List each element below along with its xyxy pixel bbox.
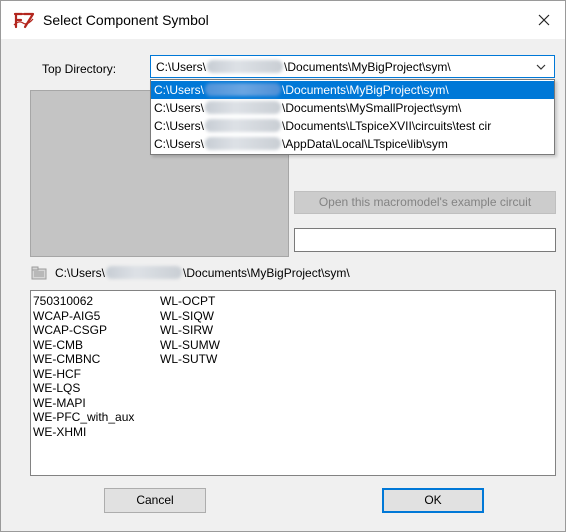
path-suffix: \Documents\MyBigProject\sym\ <box>183 266 350 280</box>
list-item[interactable]: WE-LQS <box>33 381 134 396</box>
path-suffix: \Documents\MyBigProject\sym\ <box>282 83 449 97</box>
list-item[interactable]: WE-CMBNC <box>33 352 134 367</box>
chevron-down-icon[interactable] <box>536 63 546 71</box>
dropdown-option[interactable]: C:\Users\ \AppData\Local\LTspice\lib\sym <box>151 135 554 153</box>
list-item[interactable]: WL-SUMW <box>160 338 220 353</box>
redacted-username <box>205 119 282 132</box>
list-item[interactable]: WL-SIQW <box>160 309 220 324</box>
top-directory-combobox[interactable]: C:\Users\ \Documents\MyBigProject\sym\ <box>150 55 555 78</box>
path-prefix: C:\Users\ <box>154 137 205 151</box>
path-suffix: \AppData\Local\LTspice\lib\sym <box>282 137 448 151</box>
path-prefix: C:\Users\ <box>154 119 205 133</box>
redacted-username <box>207 60 284 73</box>
symbol-list-column-2: WL-OCPT WL-SIQW WL-SIRW WL-SUMW WL-SUTW <box>160 294 220 367</box>
list-item[interactable]: WCAP-AIG5 <box>33 309 134 324</box>
dropdown-option[interactable]: C:\Users\ \Documents\MySmallProject\sym\ <box>151 99 554 117</box>
redacted-username <box>205 101 282 114</box>
top-directory-label: Top Directory: <box>42 62 117 76</box>
top-directory-selected-value: C:\Users\ \Documents\MyBigProject\sym\ <box>156 60 451 74</box>
list-item[interactable]: 750310062 <box>33 294 134 309</box>
path-prefix: C:\Users\ <box>154 101 205 115</box>
list-item[interactable]: WCAP-CSGP <box>33 323 134 338</box>
list-item[interactable]: WE-MAPI <box>33 396 134 411</box>
open-example-circuit-button[interactable]: Open this macromodel's example circuit <box>294 191 556 214</box>
folder-icon <box>31 266 47 280</box>
list-item[interactable]: WE-HCF <box>33 367 134 382</box>
path-prefix: C:\Users\ <box>55 266 106 280</box>
list-item[interactable]: WE-PFC_with_aux <box>33 410 134 425</box>
current-directory-path: C:\Users\ \Documents\MyBigProject\sym\ <box>55 266 350 280</box>
list-item[interactable]: WL-SIRW <box>160 323 220 338</box>
dialog-window: Select Component Symbol Top Directory: C… <box>0 0 566 532</box>
list-item[interactable]: WE-XHMI <box>33 425 134 440</box>
window-title: Select Component Symbol <box>43 12 209 28</box>
description-field[interactable] <box>294 228 556 252</box>
list-item[interactable]: WL-SUTW <box>160 352 220 367</box>
redacted-username <box>106 266 183 279</box>
top-directory-dropdown-list: C:\Users\ \Documents\MyBigProject\sym\ C:… <box>150 79 555 155</box>
symbol-list[interactable]: 750310062 WCAP-AIG5 WCAP-CSGP WE-CMB WE-… <box>30 290 556 476</box>
title-bar: Select Component Symbol <box>1 1 565 39</box>
ltspice-logo-icon <box>13 12 35 29</box>
redacted-username <box>205 83 282 96</box>
path-prefix: C:\Users\ <box>156 60 207 74</box>
path-suffix: \Documents\LTspiceXVII\circuits\test cir <box>282 119 492 133</box>
redacted-username <box>205 137 282 150</box>
path-prefix: C:\Users\ <box>154 83 205 97</box>
path-suffix: \Documents\MyBigProject\sym\ <box>284 60 451 74</box>
list-item[interactable]: WL-OCPT <box>160 294 220 309</box>
dropdown-option[interactable]: C:\Users\ \Documents\MyBigProject\sym\ <box>151 81 554 99</box>
cancel-button[interactable]: Cancel <box>104 488 206 513</box>
path-suffix: \Documents\MySmallProject\sym\ <box>282 101 462 115</box>
ok-button[interactable]: OK <box>382 488 484 513</box>
symbol-list-column-1: 750310062 WCAP-AIG5 WCAP-CSGP WE-CMB WE-… <box>33 294 134 439</box>
close-icon[interactable] <box>531 7 557 33</box>
dropdown-option[interactable]: C:\Users\ \Documents\LTspiceXVII\circuits… <box>151 117 554 135</box>
list-item[interactable]: WE-CMB <box>33 338 134 353</box>
